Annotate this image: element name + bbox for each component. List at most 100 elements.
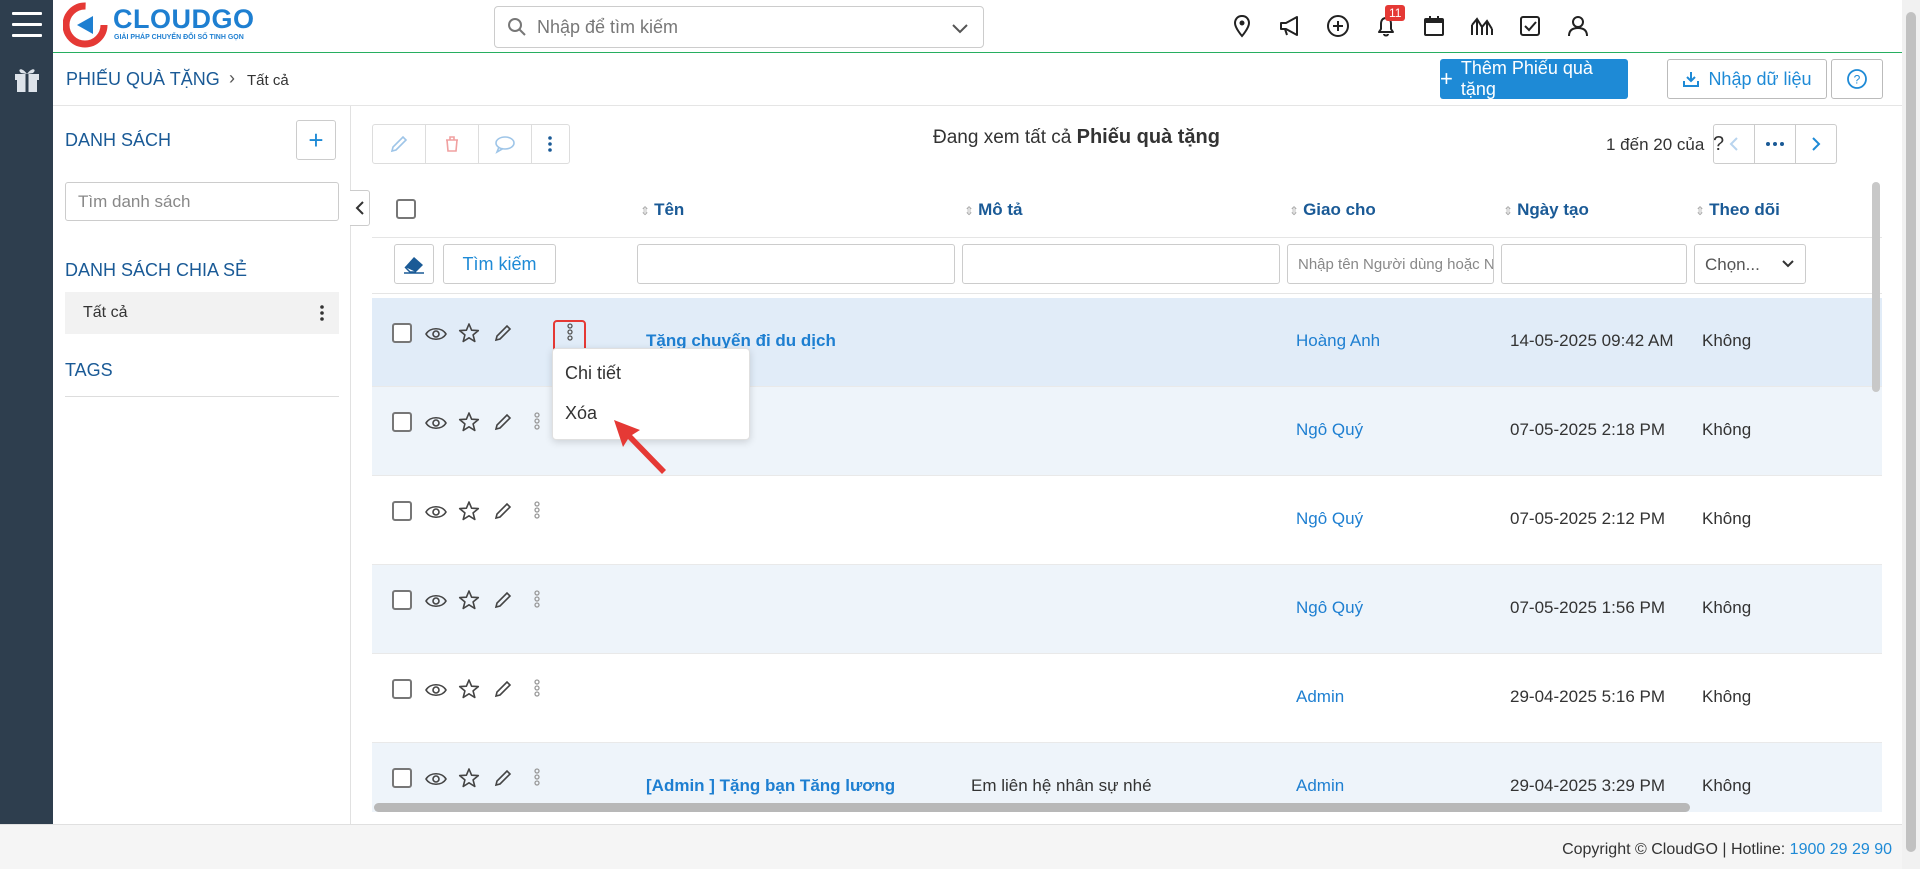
eye-icon[interactable]	[425, 326, 447, 347]
clear-filter-button[interactable]	[394, 244, 434, 284]
add-button-label: Thêm Phiếu quà tặng	[1460, 58, 1593, 99]
table-row[interactable]: Admin 29-04-2025 5:16 PM Không	[372, 654, 1882, 743]
kebab-menu-icon[interactable]	[534, 412, 540, 435]
eye-icon[interactable]	[425, 771, 447, 792]
record-follow-status: Không	[1702, 331, 1752, 350]
star-icon[interactable]	[458, 411, 480, 438]
kebab-menu-icon[interactable]	[534, 501, 540, 524]
page-more-button[interactable]	[1755, 125, 1796, 163]
table-row[interactable]: [Admin ] Tặng bạn Tăng lương Em liên hệ n…	[372, 743, 1882, 812]
eye-icon[interactable]	[425, 415, 447, 436]
sidebar-item-all[interactable]: Tất cả	[65, 292, 339, 334]
star-icon[interactable]	[458, 500, 480, 527]
column-header-name[interactable]: ⇕ Tên	[640, 200, 684, 220]
record-assignee-link[interactable]: Ngô Quý	[1296, 509, 1363, 529]
add-gift-voucher-button[interactable]: + Thêm Phiếu quà tặng	[1440, 58, 1628, 99]
kebab-menu-icon[interactable]	[534, 679, 540, 702]
import-data-button[interactable]: Nhập dữ liệu	[1667, 59, 1827, 99]
add-list-button[interactable]: +	[296, 120, 336, 160]
menu-item-detail[interactable]: Chi tiết	[565, 363, 621, 384]
pencil-icon[interactable]	[493, 679, 513, 704]
filter-follow-select[interactable]: Chọn...	[1694, 244, 1806, 284]
star-icon[interactable]	[458, 589, 480, 616]
sidebar: DANH SÁCH + DANH SÁCH CHIA SẺ Tất cả TAG…	[53, 106, 351, 824]
task-check-icon[interactable]	[1517, 13, 1543, 39]
next-page-button[interactable]	[1796, 125, 1836, 163]
chart-icon[interactable]	[1469, 13, 1495, 39]
filter-name-input[interactable]	[637, 244, 955, 284]
divider	[65, 396, 339, 397]
record-name-link[interactable]: [Admin ] Tặng bạn Tăng lương	[646, 776, 895, 796]
page-scrollbar-thumb[interactable]	[1906, 12, 1916, 852]
pencil-icon[interactable]	[493, 412, 513, 437]
row-checkbox[interactable]	[392, 412, 412, 432]
kebab-menu-icon[interactable]	[534, 590, 540, 613]
column-header-description[interactable]: ⇕ Mô tả	[964, 200, 1022, 220]
star-icon[interactable]	[458, 678, 480, 705]
bulk-comment-button[interactable]	[479, 125, 532, 163]
record-assignee-link[interactable]: Hoàng Anh	[1296, 331, 1380, 351]
user-icon[interactable]	[1565, 13, 1591, 39]
row-checkbox[interactable]	[392, 679, 412, 699]
star-icon[interactable]	[458, 322, 480, 349]
hotline-number[interactable]: 1900 29 29 90	[1790, 841, 1892, 858]
list-search-input[interactable]	[65, 182, 339, 221]
page-scrollbar[interactable]	[1902, 0, 1920, 869]
collapse-sidebar-button[interactable]	[350, 190, 370, 226]
notification-badge: 11	[1385, 5, 1406, 21]
global-search-input[interactable]	[537, 15, 917, 39]
gift-icon[interactable]	[11, 62, 43, 94]
hamburger-menu-icon[interactable]	[12, 12, 42, 38]
vertical-scrollbar[interactable]	[1872, 182, 1880, 392]
record-assignee-link[interactable]: Admin	[1296, 776, 1344, 796]
row-checkbox[interactable]	[392, 501, 412, 521]
global-search[interactable]	[494, 6, 984, 48]
eye-icon[interactable]	[425, 682, 447, 703]
record-assignee-link[interactable]: Ngô Quý	[1296, 598, 1363, 618]
cloudgo-logo[interactable]: CLOUDGO GIẢI PHÁP CHUYỂN ĐỔI SỐ TINH GỌN	[63, 2, 263, 50]
add-circle-icon[interactable]	[1325, 13, 1351, 39]
filter-created-input[interactable]	[1501, 244, 1687, 284]
location-icon[interactable]	[1229, 13, 1255, 39]
eye-icon[interactable]	[425, 593, 447, 614]
column-header-follow[interactable]: ⇕ Theo dõi	[1695, 200, 1780, 220]
pencil-icon[interactable]	[493, 323, 513, 348]
chevron-down-icon[interactable]	[951, 19, 969, 37]
record-assignee-link[interactable]: Ngô Quý	[1296, 420, 1363, 440]
brand-name: CLOUDGO	[113, 4, 255, 34]
record-assignee-link[interactable]: Admin	[1296, 687, 1344, 707]
bulk-edit-button[interactable]	[373, 125, 426, 163]
bulk-delete-button[interactable]	[426, 125, 479, 163]
record-created-date: 29-04-2025 3:29 PM	[1510, 776, 1665, 795]
kebab-menu-icon[interactable]	[319, 304, 325, 322]
row-checkbox[interactable]	[392, 590, 412, 610]
viewing-prefix: Đang xem tất cả	[933, 127, 1072, 148]
help-button[interactable]: ?	[1831, 59, 1883, 99]
eye-icon[interactable]	[425, 504, 447, 525]
pencil-icon[interactable]	[493, 590, 513, 615]
kebab-menu-icon[interactable]	[534, 768, 540, 791]
notification-bell[interactable]: 11	[1373, 5, 1406, 39]
shared-list-heading: DANH SÁCH CHIA SẺ	[65, 260, 248, 280]
module-title[interactable]: PHIẾU QUÀ TẶNG	[66, 69, 220, 90]
more-actions-button[interactable]	[532, 125, 568, 163]
filter-description-input[interactable]	[962, 244, 1280, 284]
menu-item-delete[interactable]: Xóa	[565, 403, 597, 424]
row-checkbox[interactable]	[392, 323, 412, 343]
calendar-icon[interactable]	[1421, 13, 1447, 39]
horizontal-scrollbar[interactable]	[374, 803, 1690, 812]
pencil-icon[interactable]	[493, 768, 513, 793]
prev-page-button[interactable]	[1714, 125, 1755, 163]
pencil-icon[interactable]	[493, 501, 513, 526]
filter-search-button[interactable]: Tìm kiếm	[443, 244, 556, 284]
star-icon[interactable]	[458, 767, 480, 794]
current-view: Tất cả	[247, 72, 289, 89]
filter-assignee-input[interactable]	[1287, 244, 1494, 284]
megaphone-icon[interactable]	[1277, 13, 1303, 39]
column-header-assignee[interactable]: ⇕ Giao cho	[1289, 200, 1376, 220]
table-row[interactable]: Ngô Quý 07-05-2025 2:12 PM Không	[372, 476, 1882, 565]
select-all-checkbox[interactable]	[396, 199, 416, 219]
column-header-created[interactable]: ⇕ Ngày tạo	[1503, 200, 1589, 220]
table-row[interactable]: Ngô Quý 07-05-2025 1:56 PM Không	[372, 565, 1882, 654]
row-checkbox[interactable]	[392, 768, 412, 788]
